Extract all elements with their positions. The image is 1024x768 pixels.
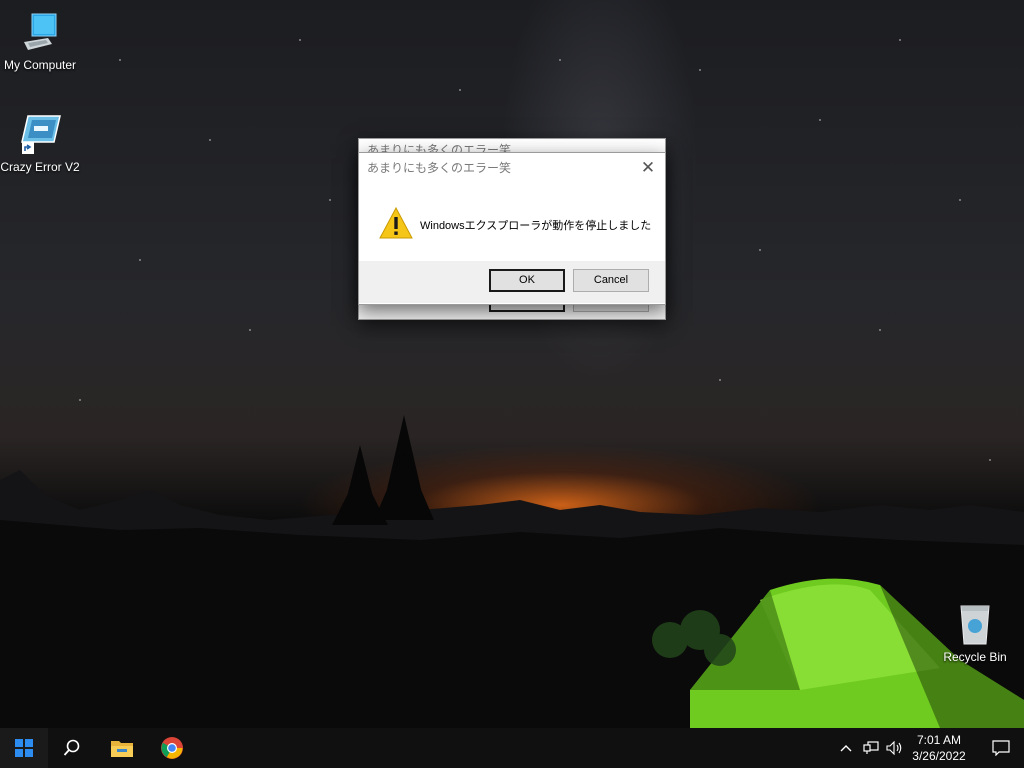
warning-icon — [379, 207, 413, 239]
desktop-icon-label: Recycle Bin — [943, 650, 1007, 664]
clock[interactable]: 7:01 AM 3/26/2022 — [904, 732, 974, 764]
speaker-icon — [886, 741, 902, 755]
cancel-button[interactable]: Cancel — [573, 269, 649, 292]
clock-date: 3/26/2022 — [912, 749, 966, 763]
recycle-bin-icon — [960, 605, 990, 645]
search-icon — [63, 739, 80, 756]
computer-icon — [24, 13, 57, 50]
desktop-icon-my-computer[interactable]: My Computer — [0, 10, 80, 72]
chrome-button[interactable] — [148, 728, 196, 768]
close-icon: ✕ — [640, 158, 656, 177]
network-icon — [863, 741, 879, 754]
dialog-message: Windowsエクスプローラが動作を停止しました — [420, 220, 652, 232]
clock-time: 7:01 AM — [916, 733, 962, 747]
pine-trees — [332, 415, 434, 525]
folder-icon — [111, 741, 133, 757]
dialog-body: Windowsエクスプローラが動作を停止しました — [359, 183, 665, 261]
windows-logo-icon — [15, 739, 33, 757]
network-button[interactable] — [860, 728, 882, 768]
wallpaper — [0, 39, 1024, 728]
desktop: My Computer Crazy Error V2 Recycle Bin あ… — [0, 0, 1024, 728]
tray-overflow-button[interactable] — [836, 728, 856, 768]
taskbar: 7:01 AM 3/26/2022 — [0, 728, 1024, 768]
desktop-icon-label: My Computer — [3, 58, 77, 72]
desktop-icon-recycle-bin[interactable]: Recycle Bin — [935, 602, 1015, 664]
desktop-icon-crazy-error[interactable]: Crazy Error V2 — [0, 112, 80, 174]
error-dialog: あまりにも多くのエラー笑 ✕ Windowsエクスプローラが動作を停止しました … — [358, 152, 666, 305]
action-center-button[interactable] — [978, 728, 1024, 768]
start-button[interactable] — [0, 728, 48, 768]
desktop-icon-label: Crazy Error V2 — [0, 160, 80, 174]
chevron-up-icon — [840, 745, 852, 752]
ok-button[interactable]: OK — [489, 269, 565, 292]
dialog-footer: OK Cancel — [359, 261, 665, 303]
app-shortcut-icon — [21, 115, 61, 154]
dialog-title: あまりにも多くのエラー笑 — [367, 161, 512, 175]
search-button[interactable] — [48, 728, 96, 768]
close-button[interactable]: ✕ — [631, 153, 665, 183]
chrome-icon — [161, 737, 183, 759]
volume-button[interactable] — [884, 728, 906, 768]
dialog-titlebar: あまりにも多くのエラー笑 ✕ — [359, 153, 665, 183]
file-explorer-button[interactable] — [98, 728, 146, 768]
notification-icon — [992, 740, 1010, 756]
